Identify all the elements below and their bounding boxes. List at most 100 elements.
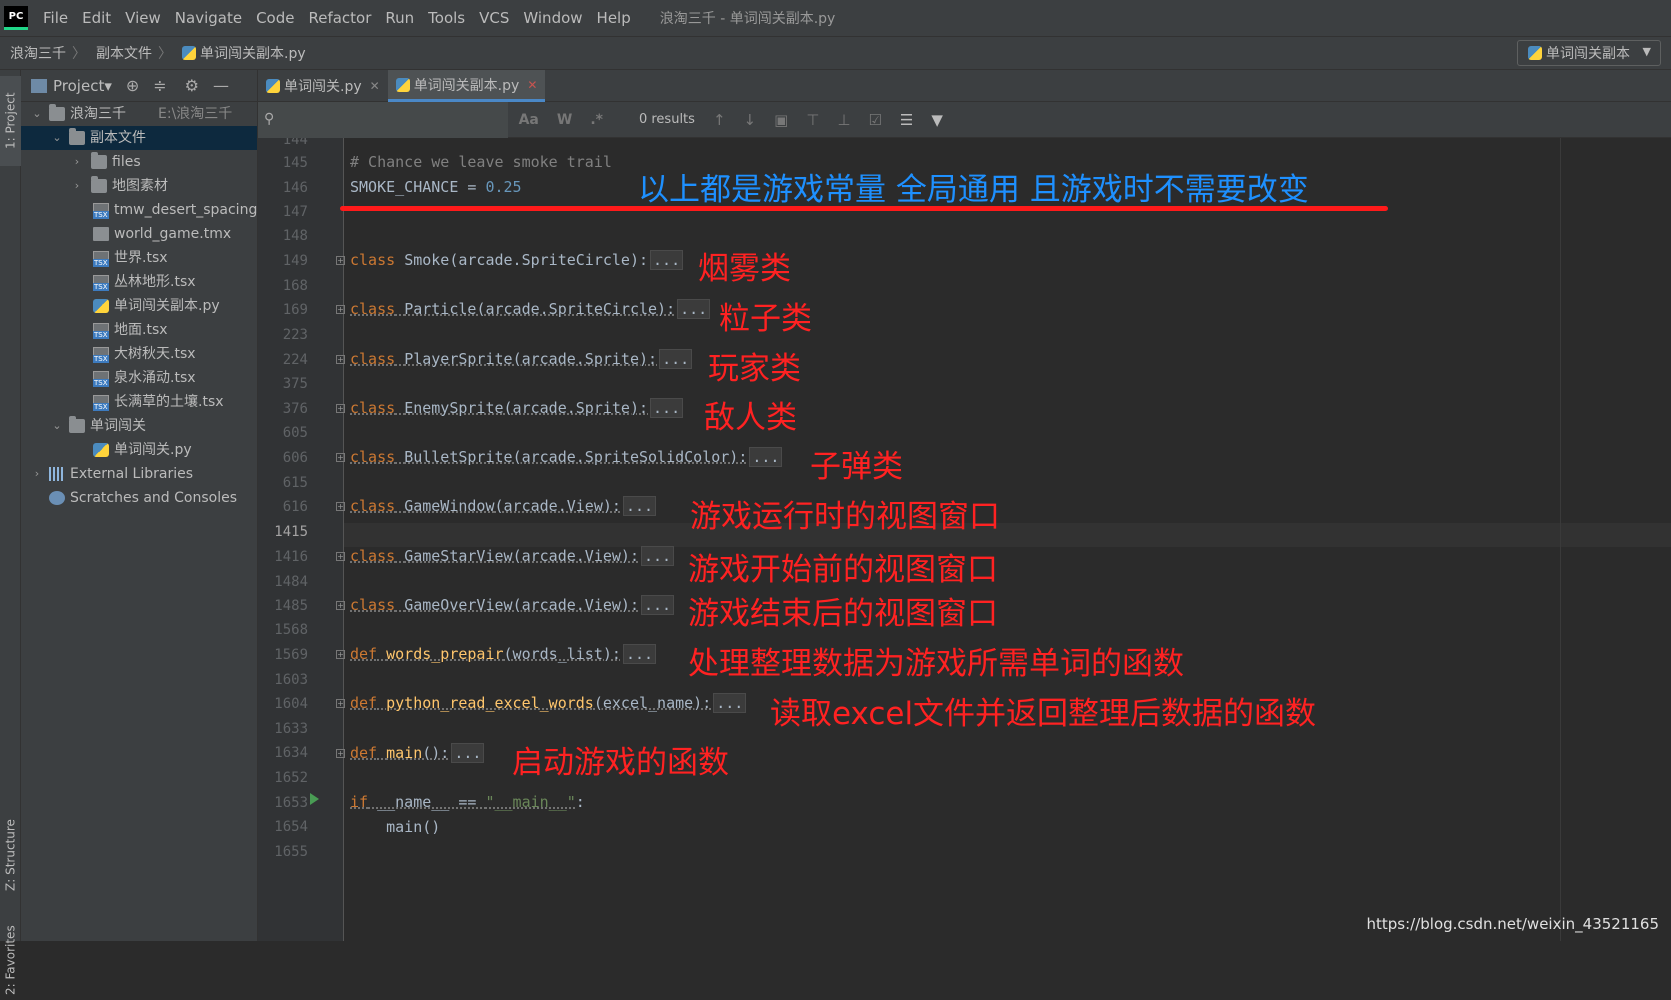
fold-toggle-icon[interactable]: + — [336, 699, 345, 708]
breadcrumb-project[interactable]: 浪淘三千 — [0, 43, 72, 63]
close-icon[interactable]: ✕ — [527, 78, 537, 92]
filter-icon[interactable]: ▼ — [931, 111, 943, 129]
fold-toggle-icon[interactable]: + — [336, 601, 345, 610]
tree-item-label: 单词闯关 — [90, 418, 146, 434]
words-toggle[interactable]: W — [557, 112, 572, 128]
tree-item[interactable]: ⌄ 单词闯关 — [21, 414, 257, 438]
code-args: (arcade.SpriteCircle): — [449, 251, 649, 269]
window-title: 浪淘三千 - 单词闯关副本.py — [659, 11, 836, 27]
menu-help[interactable]: Help — [590, 9, 638, 27]
tree-item[interactable]: › 地图素材 — [21, 174, 257, 198]
gear-icon[interactable]: ⚙ — [185, 76, 199, 95]
fold-toggle-icon[interactable]: + — [336, 749, 345, 758]
code-keyword: class — [350, 399, 396, 417]
run-configuration-dropdown[interactable]: 单词闯关副本 ▼ — [1517, 40, 1661, 66]
line-number: 1485 — [274, 598, 308, 614]
tree-item[interactable]: world_game.tmx — [21, 222, 257, 246]
select-all-occurrences-icon[interactable]: ▣ — [774, 111, 788, 129]
folded-region: ... — [641, 595, 675, 615]
code-keyword: class — [350, 350, 396, 368]
fold-toggle-icon[interactable]: + — [336, 552, 345, 561]
line-number-gutter[interactable]: 144 145 146 147 148 149 168 169 223 224 375 376 605 6… — [258, 138, 344, 941]
tree-item[interactable]: 长满草的土壤.tsx — [21, 390, 257, 414]
collapse-all-icon[interactable]: ≑ — [153, 76, 166, 95]
code-args: (arcade.SpriteCircle): — [476, 300, 676, 318]
select-all-icon[interactable]: ☑ — [868, 111, 881, 129]
annotation-label: 子弹类 — [810, 449, 903, 485]
line-number: 1484 — [274, 574, 308, 590]
close-icon[interactable]: ✕ — [370, 79, 380, 93]
hide-panel-icon[interactable]: — — [213, 76, 229, 95]
fold-toggle-icon[interactable]: + — [336, 305, 345, 314]
tab-word-level-copy[interactable]: 单词闯关副本.py ✕ — [387, 70, 546, 102]
tool-tab-project[interactable]: 1: Project — [0, 76, 21, 166]
code-line-class: class Smoke(arcade.SpriteCircle):... — [350, 250, 684, 270]
code-line-constant: SMOKE_CHANCE = 0.25 — [350, 177, 522, 197]
menu-code[interactable]: Code — [249, 9, 301, 27]
line-number: 1568 — [274, 622, 308, 638]
menu-edit[interactable]: Edit — [75, 9, 118, 27]
tree-item[interactable]: 泉水涌动.tsx — [21, 366, 257, 390]
match-case-toggle[interactable]: Aa — [519, 112, 539, 128]
menu-window[interactable]: Window — [516, 9, 589, 27]
menu-navigate[interactable]: Navigate — [168, 9, 249, 27]
navigation-bar: 浪淘三千 〉 副本文件 〉 单词闯关副本.py 单词闯关副本 ▼ — [0, 36, 1671, 70]
code-line-class: class BulletSprite(arcade.SpriteSolidCol… — [350, 447, 783, 467]
next-occurrence-icon[interactable]: ↓ — [744, 111, 757, 129]
tool-tab-favorites[interactable]: 2: Favorites — [0, 920, 21, 1000]
python-file-icon — [266, 79, 280, 93]
chevron-down-icon[interactable]: ⌄ — [51, 126, 63, 150]
regex-toggle[interactable]: .* — [590, 112, 603, 128]
add-occurrence-icon[interactable]: ⊤ — [806, 111, 819, 129]
chevron-down-icon[interactable]: ⌄ — [31, 102, 43, 126]
locate-file-icon[interactable]: ⊕ — [126, 76, 139, 95]
breadcrumb-folder[interactable]: 副本文件 — [86, 43, 158, 63]
tree-item[interactable]: 单词闯关.py — [21, 438, 257, 462]
chevron-right-icon[interactable]: › — [71, 174, 83, 198]
tab-word-level[interactable]: 单词闯关.py ✕ — [258, 70, 388, 102]
tool-tab-structure[interactable]: Z: Structure — [0, 810, 21, 900]
project-view-icon — [31, 78, 47, 93]
fold-toggle-icon[interactable]: + — [336, 355, 345, 364]
tree-item[interactable]: ⌄ 浪淘三千 E:\浪淘三千 — [21, 102, 257, 126]
chevron-down-icon[interactable]: ⌄ — [51, 414, 63, 438]
run-icon[interactable] — [310, 793, 319, 805]
menu-vcs[interactable]: VCS — [472, 9, 516, 27]
fold-toggle-icon[interactable]: + — [336, 404, 345, 413]
fold-toggle-icon[interactable]: + — [336, 650, 345, 659]
tree-item[interactable]: 世界.tsx — [21, 246, 257, 270]
annotation-label: 游戏运行时的视图窗口 — [690, 499, 1000, 535]
previous-occurrence-icon[interactable]: ↑ — [713, 111, 726, 129]
tree-item[interactable]: ⌄ 副本文件 — [21, 126, 257, 150]
tree-item[interactable]: 大树秋天.tsx — [21, 342, 257, 366]
tree-item[interactable]: Scratches and Consoles — [21, 486, 257, 510]
fold-toggle-icon[interactable]: + — [336, 256, 345, 265]
tree-item[interactable]: tmw_desert_spacing — [21, 198, 257, 222]
fold-toggle-icon[interactable]: + — [336, 453, 345, 462]
code-class-name: PlayerSprite — [404, 350, 513, 368]
menu-file[interactable]: File — [36, 9, 75, 27]
tree-item[interactable]: › files — [21, 150, 257, 174]
tree-item[interactable]: › External Libraries — [21, 462, 257, 486]
tab-label: 单词闯关.py — [284, 79, 362, 95]
chevron-right-icon[interactable]: › — [31, 462, 43, 486]
tree-item[interactable]: 地面.tsx — [21, 318, 257, 342]
line-number: 168 — [282, 278, 308, 294]
menu-refactor[interactable]: Refactor — [301, 9, 378, 27]
breadcrumb-file[interactable]: 单词闯关副本.py — [172, 43, 312, 63]
menu-tools[interactable]: Tools — [421, 9, 472, 27]
project-view-selector[interactable]: Project▾ — [53, 77, 112, 95]
chevron-right-icon[interactable]: › — [71, 150, 83, 174]
filter-options-icon[interactable]: ☰ — [900, 111, 913, 129]
code-comment: # Chance we leave smoke trail — [350, 153, 612, 171]
fold-toggle-icon[interactable]: + — [336, 502, 345, 511]
search-input[interactable] — [258, 101, 508, 138]
menu-view[interactable]: View — [118, 9, 168, 27]
remove-occurrence-icon[interactable]: ⊥ — [837, 111, 850, 129]
code-editor[interactable]: 144 145 146 147 148 149 168 169 223 224 375 376 605 6… — [258, 138, 1671, 941]
tree-item[interactable]: 丛林地形.tsx — [21, 270, 257, 294]
pycharm-logo-icon[interactable]: PC — [4, 6, 28, 30]
search-icon[interactable]: ⚲ — [264, 111, 274, 127]
menu-run[interactable]: Run — [378, 9, 421, 27]
tree-item[interactable]: 单词闯关副本.py — [21, 294, 257, 318]
